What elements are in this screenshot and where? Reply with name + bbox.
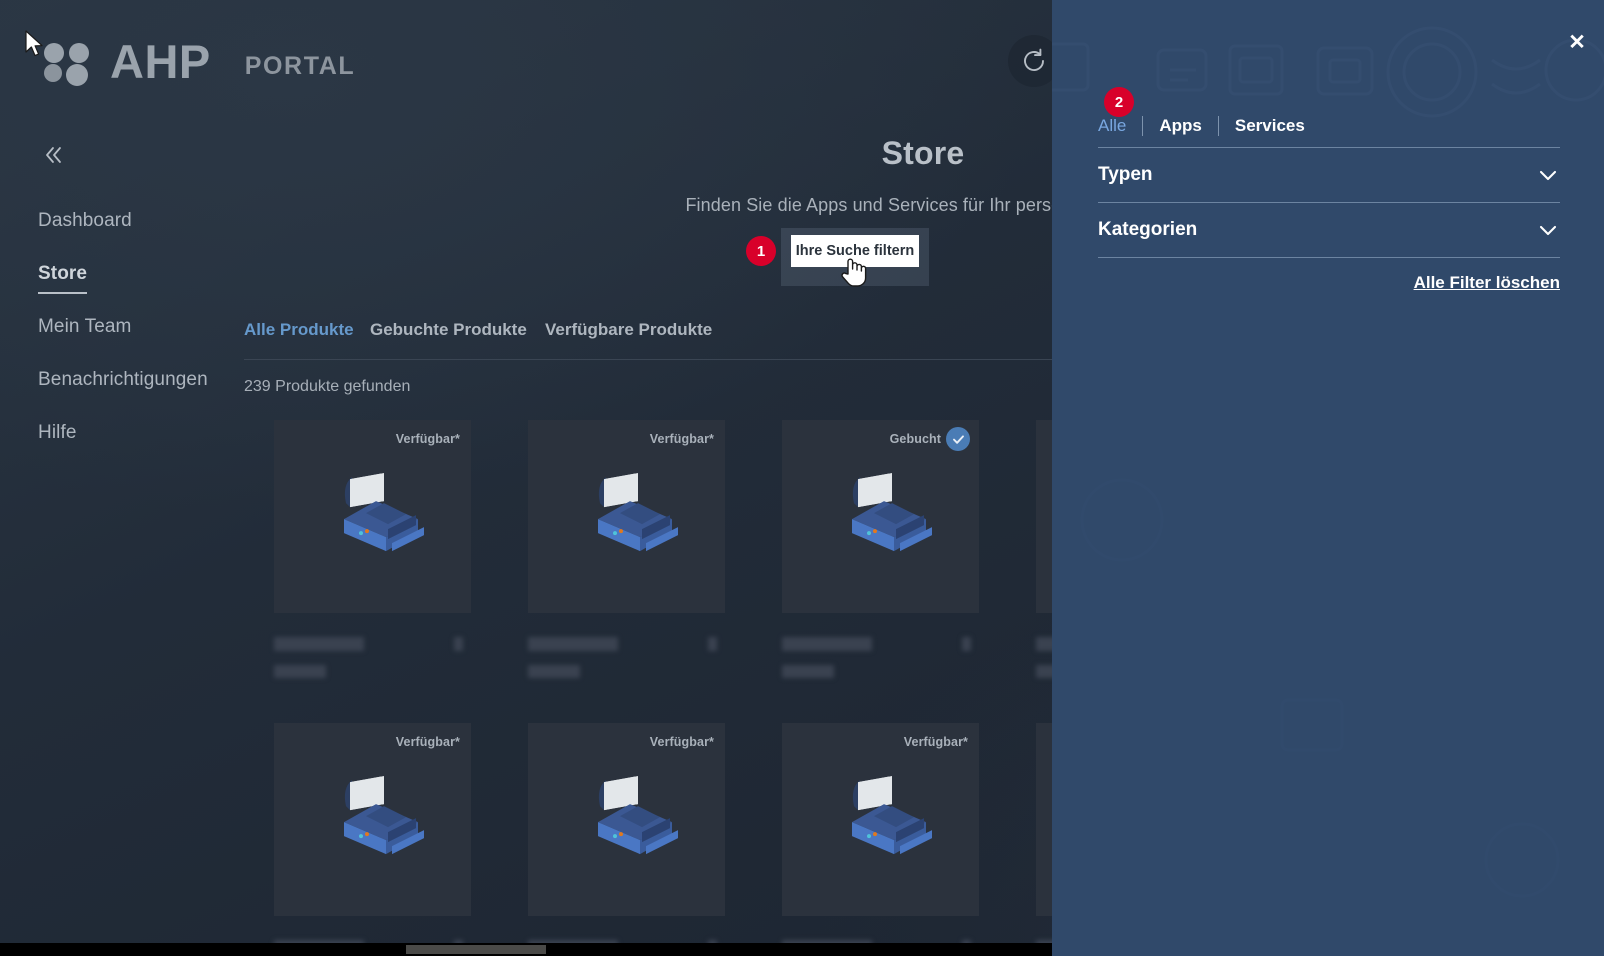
panel-close-button[interactable]: ✕ xyxy=(1564,30,1590,56)
tab-divider xyxy=(1142,115,1144,136)
product-price-redacted xyxy=(708,637,717,651)
tab-alle-produkte[interactable]: Alle Produkte xyxy=(244,320,354,340)
four-dots-logo-icon xyxy=(44,42,92,86)
filter-search-button[interactable]: Ihre Suche filtern xyxy=(791,235,919,267)
sidebar-item-store[interactable]: Store xyxy=(38,263,88,294)
chevron-double-left-icon xyxy=(46,147,61,163)
brand-name: AHP xyxy=(110,35,211,88)
product-name-row xyxy=(528,637,725,651)
sidebar-collapse-button[interactable] xyxy=(40,142,68,170)
product-status-badge: Verfügbar* xyxy=(903,735,968,749)
filter-tab-services[interactable]: Services xyxy=(1235,116,1305,136)
product-thumbnail: Verfügbar* xyxy=(274,723,471,916)
result-count: 239 Produkte gefunden xyxy=(244,378,411,395)
product-thumbnail: Verfügbar* xyxy=(782,723,979,916)
step-badge-1: 1 xyxy=(746,236,776,266)
product-name-row xyxy=(274,637,471,651)
product-name-row xyxy=(782,637,979,651)
product-name-redacted xyxy=(782,637,872,651)
product-status-badge: Verfügbar* xyxy=(649,735,714,749)
product-thumbnail: Verfügbar* xyxy=(528,420,725,613)
product-meta xyxy=(274,637,471,678)
printer-icon xyxy=(597,775,678,854)
refresh-icon xyxy=(1024,48,1044,71)
product-subtitle-redacted xyxy=(528,665,580,678)
filter-section-label: Typen xyxy=(1098,164,1153,185)
top-bar: AHP PORTAL xyxy=(0,0,1080,110)
scrollbar-thumb[interactable] xyxy=(406,945,546,954)
sidebar-item-dashboard[interactable]: Dashboard xyxy=(38,210,132,232)
filter-type-tabs: Alle Apps Services xyxy=(1098,115,1560,148)
product-status-badge: Verfügbar* xyxy=(395,432,460,446)
tab-gebuchte-produkte[interactable]: Gebuchte Produkte xyxy=(370,320,527,340)
printer-icon xyxy=(851,775,932,854)
product-card[interactable]: Gebucht xyxy=(782,420,979,678)
clear-all-filters-link[interactable]: Alle Filter löschen xyxy=(1098,273,1560,293)
product-status-badge: Verfügbar* xyxy=(649,432,714,446)
filter-section-kategorien[interactable]: Kategorien xyxy=(1098,203,1560,258)
chevron-down-icon xyxy=(1539,170,1557,181)
product-card[interactable]: Verfügbar* xyxy=(274,420,471,678)
product-card[interactable]: Verfügbar* xyxy=(528,420,725,678)
sidebar: Dashboard Store Mein Team Benachrichtigu… xyxy=(0,110,244,956)
tab-divider xyxy=(1217,115,1219,136)
product-meta xyxy=(528,637,725,678)
product-name-redacted xyxy=(274,637,364,651)
product-meta xyxy=(782,637,979,678)
product-tabs: Alle Produkte Gebuchte Produkte Verfügba… xyxy=(244,320,1074,360)
product-price-redacted xyxy=(962,637,971,651)
brand-suffix: PORTAL xyxy=(244,52,356,80)
filter-section-label: Kategorien xyxy=(1098,219,1198,240)
product-subtitle-redacted xyxy=(274,665,326,678)
filter-section-typen[interactable]: Typen xyxy=(1098,148,1560,203)
filter-tab-apps[interactable]: Apps xyxy=(1159,116,1202,136)
brand-logo[interactable]: AHP PORTAL xyxy=(44,35,356,88)
check-circle-icon xyxy=(952,434,964,444)
sidebar-item-hilfe[interactable]: Hilfe xyxy=(38,422,77,444)
tab-verfuegbare-produkte[interactable]: Verfügbare Produkte xyxy=(545,320,712,340)
product-status-badge: Verfügbar* xyxy=(395,735,460,749)
horizontal-scrollbar[interactable] xyxy=(0,943,1052,956)
product-thumbnail: Verfügbar* xyxy=(274,420,471,613)
product-card[interactable]: Verfügbar* xyxy=(274,723,471,956)
filter-panel-body: Alle Apps Services Typen Kategorien Alle… xyxy=(1098,115,1560,293)
printer-icon xyxy=(597,472,678,551)
product-price-redacted xyxy=(454,637,463,651)
sidebar-item-benachrichtigungen[interactable]: Benachrichtigungen xyxy=(38,369,208,391)
product-thumbnail: Gebucht xyxy=(782,420,979,613)
chevron-down-icon xyxy=(1539,225,1557,236)
product-subtitle-redacted xyxy=(782,665,834,678)
filter-panel: ✕ 2 Alle Apps Services Typen Kategorien xyxy=(1052,0,1604,956)
booked-check-badge xyxy=(946,427,970,451)
step-badge-2: 2 xyxy=(1104,87,1134,117)
printer-icon xyxy=(343,775,424,854)
app-root: AHP PORTAL Dashboard Store Mein Team Ben… xyxy=(0,0,1604,956)
sidebar-item-mein-team[interactable]: Mein Team xyxy=(38,316,131,338)
filter-tab-alle[interactable]: Alle xyxy=(1098,116,1126,136)
product-name-redacted xyxy=(528,637,618,651)
printer-icon xyxy=(851,472,932,551)
printer-icon xyxy=(343,472,424,551)
product-card[interactable]: Verfügbar* xyxy=(528,723,725,956)
product-status-badge: Gebucht xyxy=(889,432,941,446)
product-card[interactable]: Verfügbar* xyxy=(782,723,979,956)
product-thumbnail: Verfügbar* xyxy=(528,723,725,916)
